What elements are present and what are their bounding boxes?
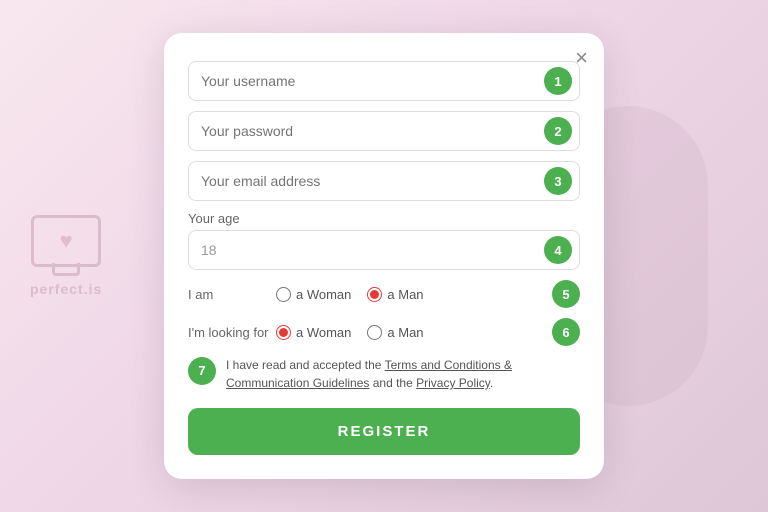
looking-man-radio[interactable] xyxy=(367,325,382,340)
terms-text-mid: and the xyxy=(369,376,416,390)
step-7-badge: 7 xyxy=(188,357,216,385)
looking-radio-group: a Woman a Man xyxy=(276,325,544,340)
step-3-badge: 3 xyxy=(544,167,572,195)
terms-text: I have read and accepted the Terms and C… xyxy=(226,356,580,392)
terms-text-end: . xyxy=(490,376,493,390)
step-5-badge: 5 xyxy=(552,280,580,308)
iam-label: I am xyxy=(188,287,276,302)
looking-section: I'm looking for a Woman a Man 6 xyxy=(188,318,580,346)
terms-row: 7 I have read and accepted the Terms and… xyxy=(188,356,580,392)
password-input[interactable] xyxy=(188,111,580,151)
registration-modal: × 1 2 3 Your age 4 I am a Woman a M xyxy=(164,33,604,479)
heart-icon: ♥ xyxy=(60,228,73,254)
age-input[interactable] xyxy=(188,230,580,270)
email-input[interactable] xyxy=(188,161,580,201)
privacy-link[interactable]: Privacy Policy xyxy=(416,376,490,390)
looking-label: I'm looking for xyxy=(188,325,276,340)
watermark-text: perfect.is xyxy=(30,281,102,297)
iam-man-radio[interactable] xyxy=(367,287,382,302)
looking-man-label: a Man xyxy=(387,325,423,340)
step-6-badge: 6 xyxy=(552,318,580,346)
iam-woman-label: a Woman xyxy=(296,287,351,302)
looking-woman-label: a Woman xyxy=(296,325,351,340)
looking-woman-option[interactable]: a Woman xyxy=(276,325,351,340)
age-field-row: 4 xyxy=(188,230,580,270)
step-4-badge: 4 xyxy=(544,236,572,264)
iam-section: I am a Woman a Man 5 xyxy=(188,280,580,308)
age-section: Your age 4 xyxy=(188,211,580,270)
email-field-row: 3 xyxy=(188,161,580,201)
terms-text-before: I have read and accepted the xyxy=(226,358,385,372)
looking-man-option[interactable]: a Man xyxy=(367,325,423,340)
iam-radio-group: a Woman a Man xyxy=(276,287,544,302)
username-field-row: 1 xyxy=(188,61,580,101)
register-button[interactable]: REGISTER xyxy=(188,408,580,455)
iam-man-label: a Man xyxy=(387,287,423,302)
step-1-badge: 1 xyxy=(544,67,572,95)
step-2-badge: 2 xyxy=(544,117,572,145)
iam-woman-option[interactable]: a Woman xyxy=(276,287,351,302)
iam-woman-radio[interactable] xyxy=(276,287,291,302)
username-input[interactable] xyxy=(188,61,580,101)
monitor-icon: ♥ xyxy=(31,215,101,267)
age-label: Your age xyxy=(188,211,580,226)
password-field-row: 2 xyxy=(188,111,580,151)
looking-woman-radio[interactable] xyxy=(276,325,291,340)
watermark-logo: ♥ perfect.is xyxy=(30,215,102,297)
iam-man-option[interactable]: a Man xyxy=(367,287,423,302)
